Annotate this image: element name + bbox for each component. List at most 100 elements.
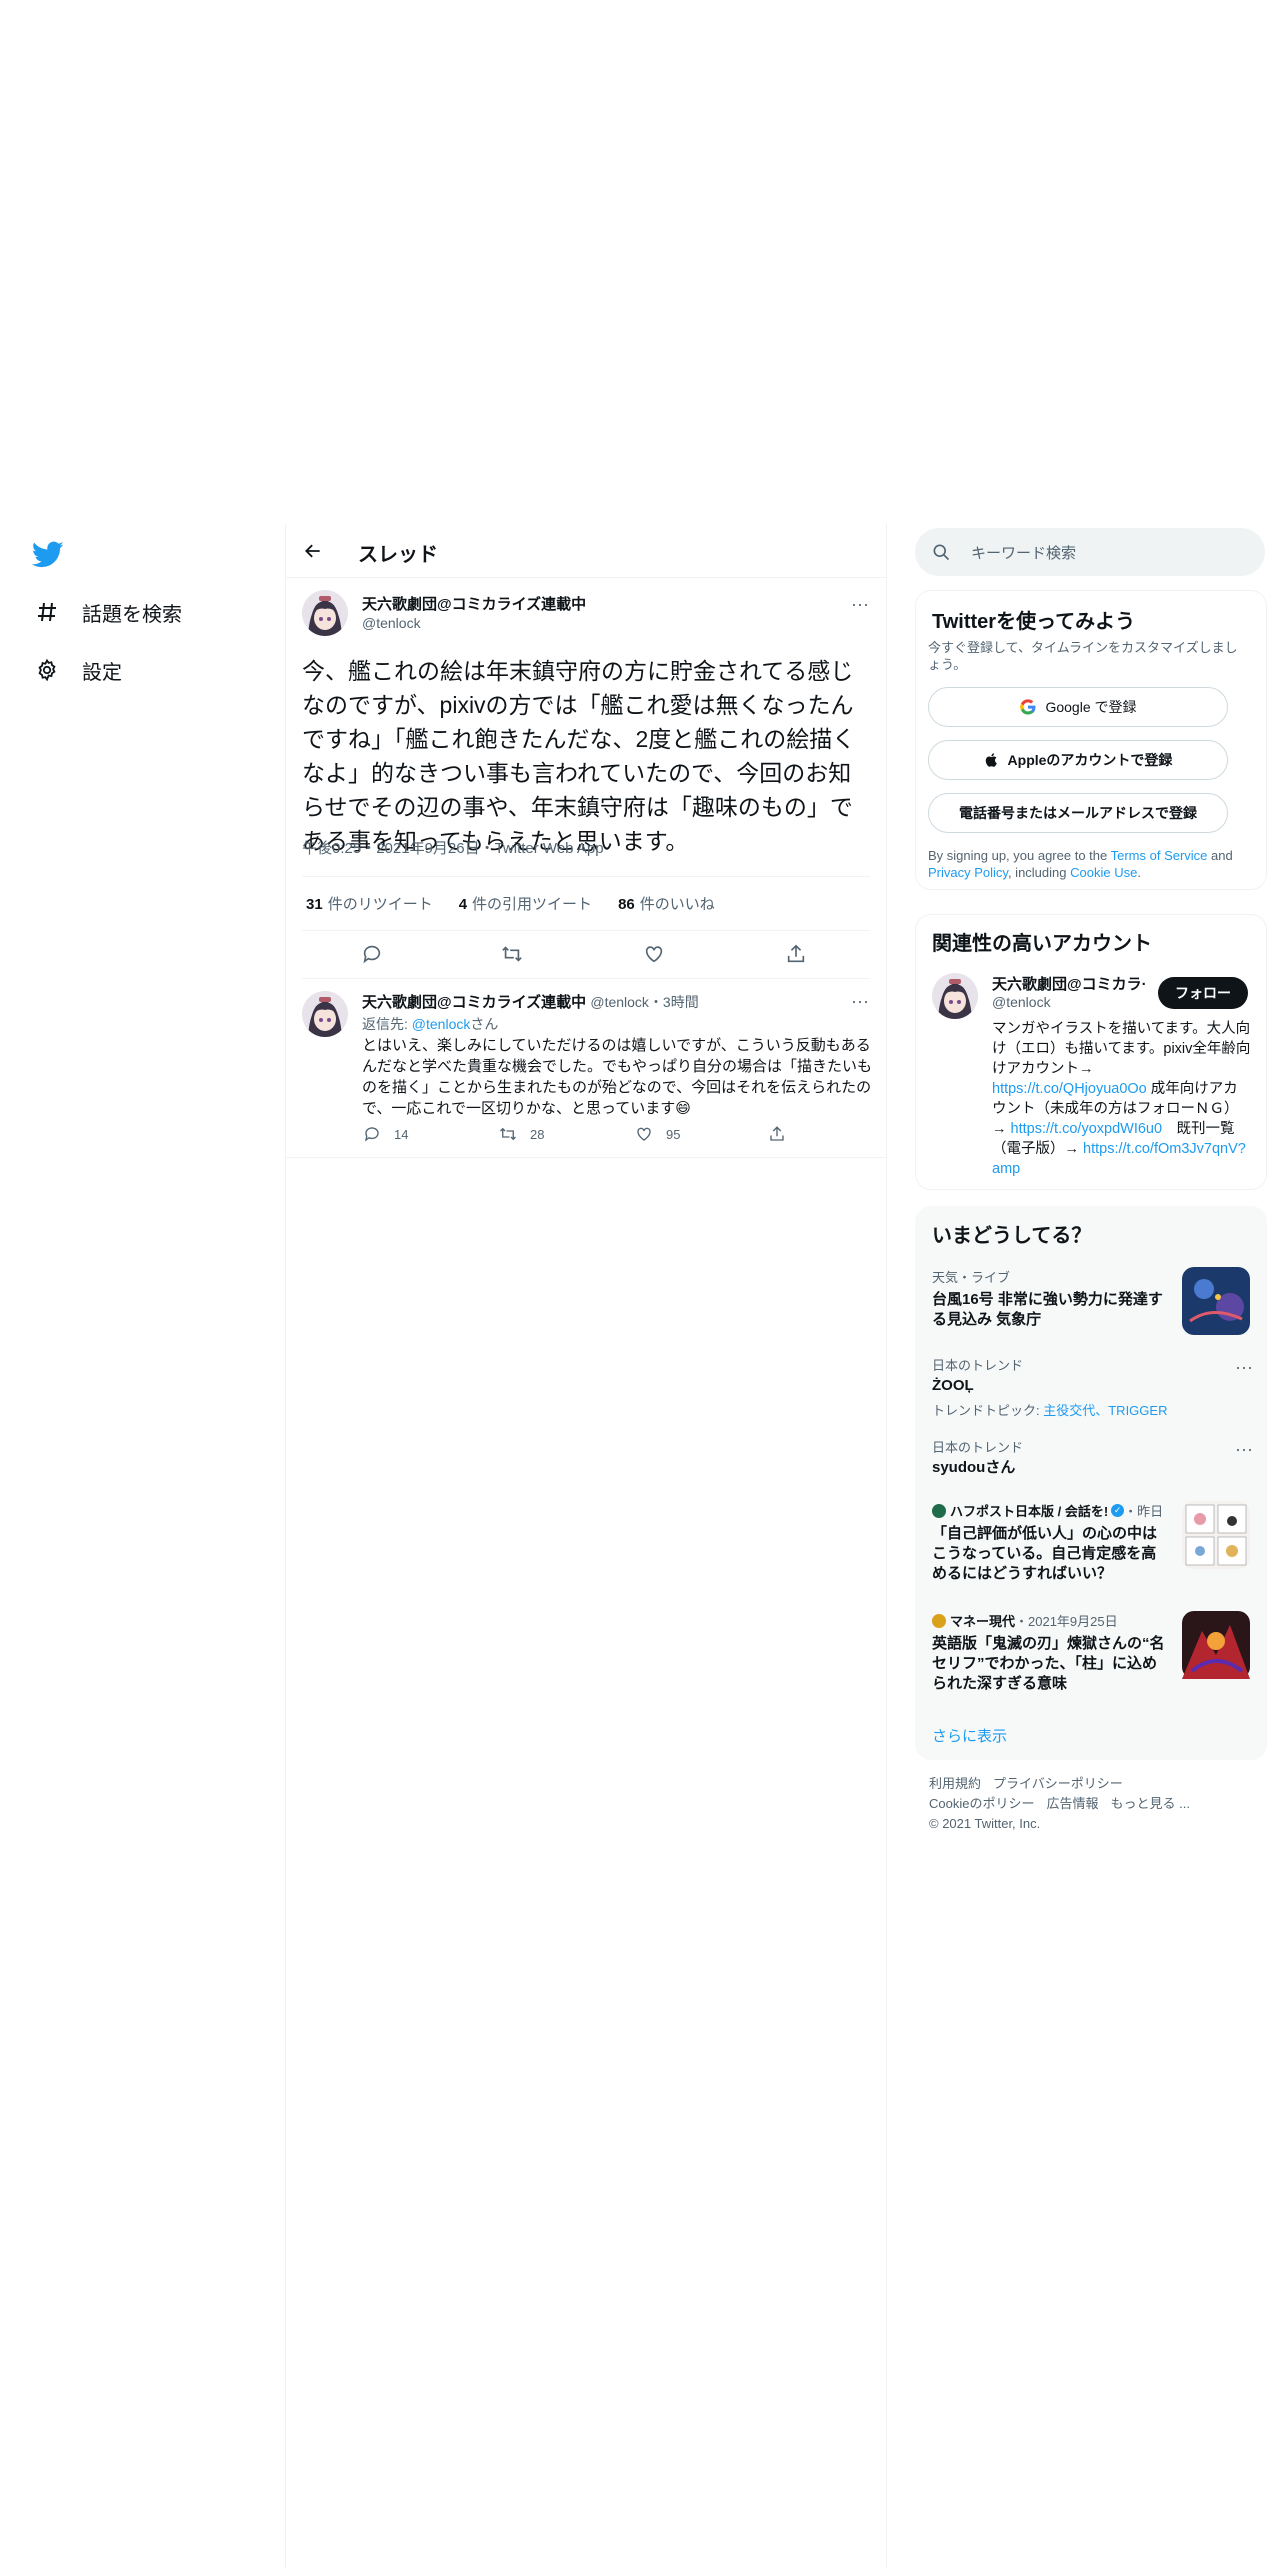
trend-topics: トレンドトピック: 主役交代、TRIGGER (932, 1400, 1250, 1419)
ads-info-link[interactable]: 広告情報 (1046, 1796, 1098, 1811)
twitter-logo-icon[interactable] (31, 538, 64, 570)
retweet-label: 件のリツイート (327, 896, 433, 913)
trend-category: 日本のトレンド (932, 1358, 1024, 1373)
google-signup-label: Google で登録 (1045, 699, 1137, 715)
verified-icon: ✓ (1111, 1504, 1125, 1517)
like-stat[interactable]: 86 件のいいね (618, 893, 715, 914)
bio-link-1[interactable]: https://t.co/QHjoyua0Oo (992, 1081, 1147, 1097)
terms-text-2: and (1207, 848, 1233, 863)
trend-title: ŻOOĻ (932, 1377, 974, 1394)
share-icon (767, 1124, 787, 1144)
avatar[interactable] (302, 590, 348, 636)
reply-like-action[interactable]: 95 (634, 1124, 680, 1144)
retweet-icon (498, 1124, 518, 1144)
show-more-link[interactable]: さらに表示 (932, 1725, 1007, 1746)
terms-text-4: . (1137, 865, 1141, 880)
phone-email-signup-label: 電話番号またはメールアドレスで登録 (959, 805, 1197, 821)
nav-settings-label: 設定 (82, 661, 122, 684)
share-icon[interactable] (784, 942, 808, 966)
trends-title: いまどうしてる？ (932, 1225, 1092, 1247)
tweet-text: 今、艦これの絵は年末鎮守府の方に貯金されてる感じなのですが、pixivの方では「… (302, 658, 856, 854)
signup-card: Twitterを使ってみよう 今すぐ登録して、タイムラインをカスタマイズしましょ… (915, 590, 1267, 890)
tweet-actions (302, 930, 870, 979)
tweet-meta[interactable]: 午後0:25・2021年9月26日・Twitter Web App (302, 837, 604, 858)
news-source-logo (932, 1503, 946, 1518)
reply-text: とはいえ、楽しみにしていただけるのは嬉しいですが、こういう反動もあるんだなと学べ… (362, 1037, 873, 1117)
back-arrow-icon[interactable] (298, 536, 328, 566)
nav-settings[interactable]: 設定 (34, 650, 122, 690)
news-item[interactable]: ハフポスト日本版 / 会話を! ✓ ・昨日 「自己評価が低い人」の心の中はこうな… (932, 1501, 1250, 1589)
related-title: 関連性の高いアカウント (932, 933, 1152, 955)
news-title: 「自己評価が低い人」の心の中はこうなっている。自己肯定感を高めるにはどうすればい… (932, 1525, 1158, 1582)
footer: 利用規約 プライバシーポリシー Cookieのポリシー 広告情報 もっと見る ... … (929, 1774, 1249, 1834)
reply-reply-action[interactable]: 14 (362, 1124, 408, 1144)
trend-item[interactable]: 天気・ライブ 台風16号 非常に強い勢力に発達する見込み 気象庁 (932, 1267, 1250, 1339)
reply-author-name[interactable]: 天六歌劇団@コミカライズ連載中 (362, 994, 586, 1011)
privacy-link[interactable]: プライバシーポリシー (993, 1776, 1123, 1791)
reply-avatar[interactable] (302, 991, 348, 1037)
terms-link[interactable]: 利用規約 (929, 1776, 981, 1791)
related-bio: マンガやイラストを描いてます。大人向け（エロ）も描いてます。pixiv全年齢向け… (992, 1019, 1252, 1179)
related-name[interactable]: 天六歌劇団@コミカラ· (992, 973, 1147, 994)
more-link[interactable]: もっと見る ... (1110, 1796, 1189, 1811)
search-input[interactable]: キーワード検索 (971, 542, 1076, 563)
related-accounts-card: 関連性の高いアカウント 天六歌劇団@コミカラ· @tenlock フォロー マン… (915, 914, 1267, 1190)
trend-more-icon[interactable]: ··· (1232, 1437, 1256, 1461)
trend-item[interactable]: 日本のトレンド ŻOOĻ トレンドトピック: 主役交代、TRIGGER ··· (932, 1355, 1253, 1419)
google-signup-button[interactable]: Google で登録 (928, 687, 1228, 727)
retweet-count: 31 (306, 896, 323, 913)
search-icon (931, 542, 951, 562)
like-icon[interactable] (642, 942, 666, 966)
reply-icon (362, 1124, 382, 1144)
trend-more-icon[interactable]: ··· (1232, 1355, 1256, 1379)
privacy-policy-link[interactable]: Privacy Policy (928, 865, 1008, 880)
bio-link-2[interactable]: https://t.co/yoxpdWI6u0 (1011, 1121, 1163, 1137)
reply-time[interactable]: ・3時間 (649, 994, 699, 1010)
replying-to: 返信先: @tenlockさん (362, 1014, 498, 1034)
signup-title: Twitterを使ってみよう (932, 611, 1136, 633)
google-icon (1019, 698, 1037, 716)
retweet-stat[interactable]: 31 件のリツイート (306, 893, 433, 914)
terms-text-3: , including (1007, 865, 1071, 880)
reply-reply-count: 14 (394, 1126, 409, 1142)
reply-more-icon[interactable]: ··· (848, 989, 872, 1013)
search-box[interactable]: キーワード検索 (915, 528, 1265, 576)
bio-text-1: マンガやイラストを描いてます。大人向け（エロ）も描いてます。pixiv全年齢向け… (992, 1021, 1251, 1077)
apple-signup-button[interactable]: Appleのアカウントで登録 (928, 740, 1228, 780)
follow-button[interactable]: フォロー (1158, 977, 1248, 1009)
reply-retweet-action[interactable]: 28 (498, 1124, 544, 1144)
replying-to-link[interactable]: @tenlock (412, 1016, 471, 1032)
cookie-policy-link[interactable]: Cookieのポリシー (929, 1796, 1034, 1811)
news-item[interactable]: マネー現代 ・2021年9月25日 英語版「鬼滅の刃」煉獄さんの“名セリフ”でわ… (932, 1611, 1250, 1699)
trend-topics-links[interactable]: 主役交代、TRIGGER (1043, 1403, 1167, 1418)
cookie-use-link[interactable]: Cookie Use (1070, 865, 1137, 880)
retweet-icon[interactable] (500, 942, 524, 966)
like-icon (634, 1124, 654, 1144)
like-label: 件のいいね (639, 896, 715, 913)
trend-item[interactable]: 日本のトレンド syudouさん ··· (932, 1437, 1253, 1477)
news-thumbnail (1182, 1501, 1250, 1569)
reply-author-handle[interactable]: @tenlock (590, 994, 649, 1010)
apple-icon (984, 751, 1000, 769)
related-handle[interactable]: @tenlock (992, 994, 1051, 1010)
phone-email-signup-button[interactable]: 電話番号またはメールアドレスで登録 (928, 793, 1228, 833)
related-avatar[interactable] (932, 973, 978, 1019)
signup-subtitle: 今すぐ登録して、タイムラインをカスタマイズしましょう。 (928, 640, 1238, 672)
terms-of-service-link[interactable]: Terms of Service (1111, 848, 1208, 863)
trends-card: いまどうしてる？ 天気・ライブ 台風16号 非常に強い勢力に発達する見込み 気象… (915, 1206, 1267, 1760)
author-name[interactable]: 天六歌劇団@コミカライズ連載中 (362, 593, 586, 614)
nav-explore[interactable]: 話題を検索 (34, 592, 182, 632)
news-source-logo (932, 1613, 946, 1628)
replying-suffix: さん (470, 1016, 499, 1032)
quote-stat[interactable]: 4 件の引用ツイート (459, 893, 592, 914)
news-time: ・2021年9月25日 (1015, 1614, 1118, 1629)
news-source: ハフポスト日本版 / 会話を! (950, 1504, 1109, 1519)
footer-row-1: 利用規約 プライバシーポリシー (929, 1774, 1249, 1794)
more-icon[interactable]: ··· (848, 592, 872, 616)
like-count: 86 (618, 896, 635, 913)
author-handle[interactable]: @tenlock (362, 615, 421, 631)
reply-share-action[interactable] (767, 1124, 799, 1144)
reply-retweet-count: 28 (530, 1126, 545, 1142)
reply-tweet[interactable]: 天六歌劇団@コミカライズ連載中 @tenlock・3時間 ··· 返信先: @t… (286, 979, 886, 1158)
reply-icon[interactable] (360, 942, 384, 966)
